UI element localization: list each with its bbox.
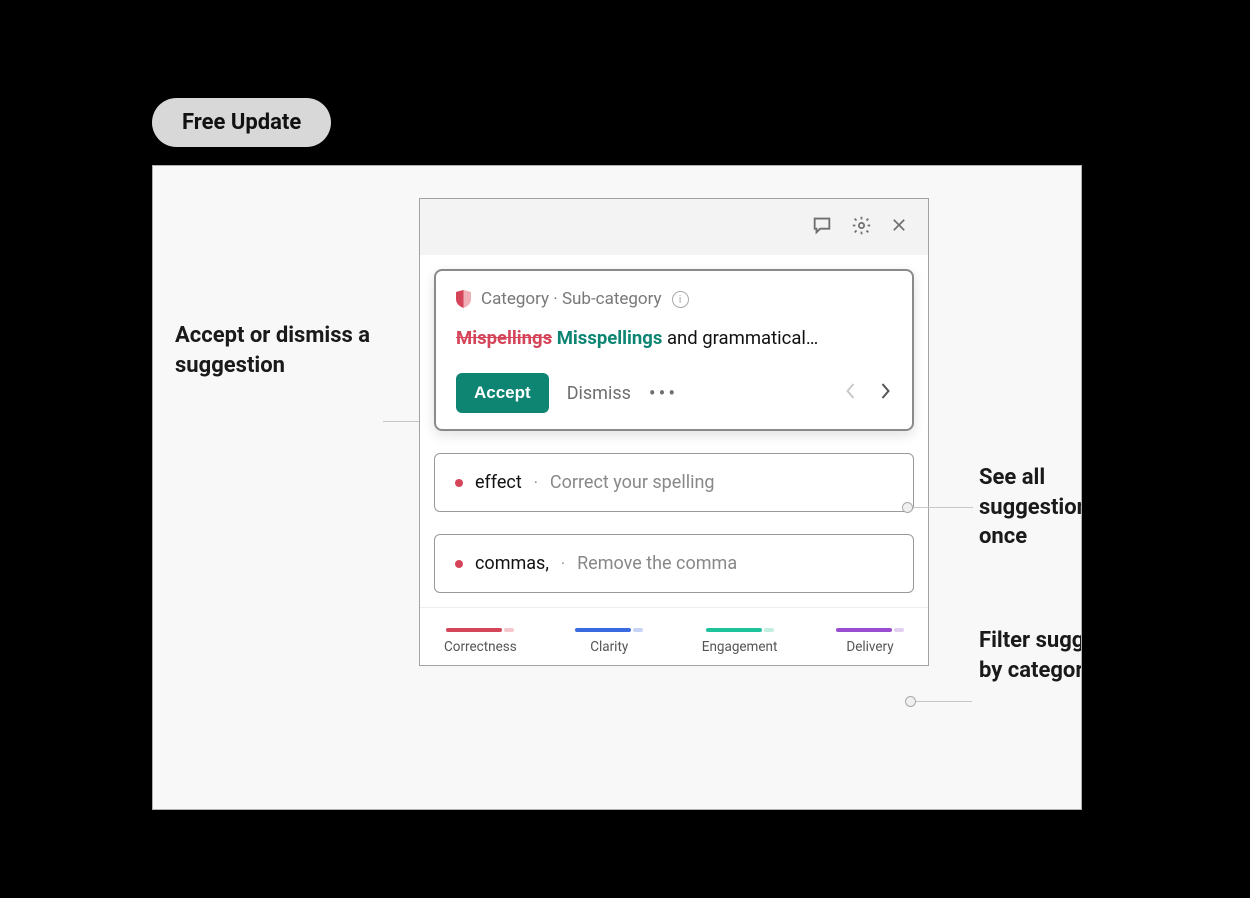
filter-bar-line xyxy=(575,628,631,632)
chevron-right-icon[interactable] xyxy=(879,381,892,405)
callout-accept-dismiss: Accept or dismiss a suggestion xyxy=(175,321,385,380)
status-dot xyxy=(455,479,463,487)
filter-delivery[interactable]: Delivery xyxy=(836,628,904,655)
separator: · xyxy=(561,554,565,573)
chevron-left-icon[interactable] xyxy=(844,381,857,405)
accept-button[interactable]: Accept xyxy=(456,373,549,413)
free-update-badge: Free Update xyxy=(152,98,331,147)
filter-bar-line xyxy=(706,628,762,632)
separator: · xyxy=(534,473,538,492)
panel-body: Category · Sub-category i Mispellings Mi… xyxy=(420,255,928,607)
suggestion-card-collapsed[interactable]: effect · Correct your spelling xyxy=(434,453,914,512)
feedback-icon[interactable] xyxy=(811,214,833,240)
filter-label: Engagement xyxy=(702,639,778,655)
suggestion-word: commas, xyxy=(475,553,549,574)
status-dot xyxy=(455,560,463,568)
suggestion-word: effect xyxy=(475,472,522,493)
more-button[interactable]: ••• xyxy=(649,381,678,405)
filter-engagement[interactable]: Engagement xyxy=(702,628,778,655)
filter-bar-tail xyxy=(633,628,643,632)
callout-see-all: See all suggestions at once xyxy=(979,463,1082,552)
suggestion-diff-text: Mispellings Misspellings and grammatical… xyxy=(456,327,892,349)
connector-dot xyxy=(902,502,913,513)
filter-label: Correctness xyxy=(444,639,517,655)
suggestion-hint: Correct your spelling xyxy=(550,472,715,493)
suggestions-panel: Category · Sub-category i Mispellings Mi… xyxy=(419,198,929,666)
suggestion-card-expanded[interactable]: Category · Sub-category i Mispellings Mi… xyxy=(434,269,914,431)
info-icon[interactable]: i xyxy=(672,291,689,308)
strike-word: Mispellings xyxy=(456,327,552,349)
diff-tail: and grammatical… xyxy=(662,327,818,349)
panel-toolbar xyxy=(420,199,928,255)
filter-clarity[interactable]: Clarity xyxy=(575,628,643,655)
suggestion-hint: Remove the comma xyxy=(577,553,737,574)
callout-filter: Filter suggestions by category xyxy=(979,626,1082,685)
suggestion-card-collapsed[interactable]: commas, · Remove the comma xyxy=(434,534,914,593)
correct-word: Misspellings xyxy=(557,327,663,349)
preview-canvas: Accept or dismiss a suggestion Category … xyxy=(152,165,1082,810)
filter-label: Clarity xyxy=(590,639,628,655)
filter-bar-tail xyxy=(894,628,904,632)
gear-icon[interactable] xyxy=(851,215,872,240)
filter-bar: Correctness Clarity Engagement Delivery xyxy=(420,607,928,665)
filter-label: Delivery xyxy=(846,639,893,655)
filter-bar-tail xyxy=(764,628,774,632)
close-icon[interactable] xyxy=(890,216,908,238)
filter-bar-tail xyxy=(504,628,514,632)
connector-line xyxy=(913,507,973,508)
shield-icon xyxy=(456,290,471,308)
dismiss-button[interactable]: Dismiss xyxy=(567,383,631,404)
filter-correctness[interactable]: Correctness xyxy=(444,628,517,655)
filter-bar-line xyxy=(446,628,502,632)
connector-dot xyxy=(905,696,916,707)
filter-bar-line xyxy=(836,628,892,632)
category-label: Category · Sub-category xyxy=(481,289,662,309)
connector-line xyxy=(916,701,972,702)
